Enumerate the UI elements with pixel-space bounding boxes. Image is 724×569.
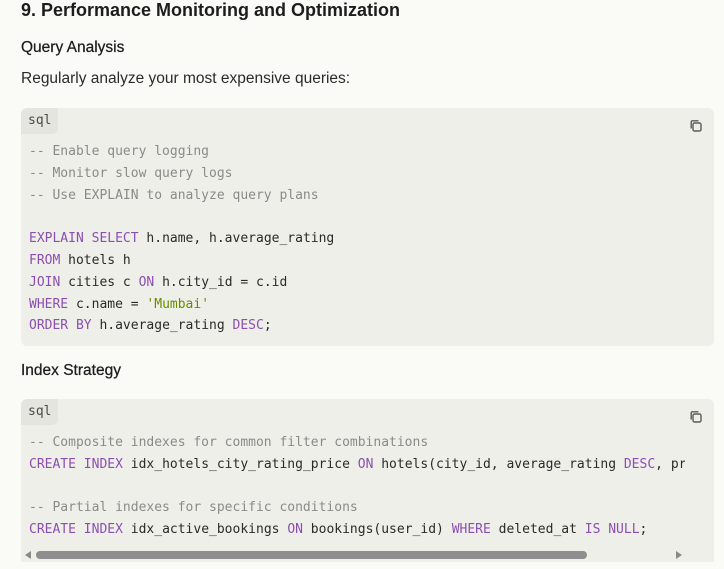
scrollbar-thumb[interactable]: [36, 551, 587, 559]
code-line: JOIN cities c ON h.city_id = c.id: [29, 272, 714, 294]
code-text: idx_active_bookings: [122, 522, 288, 538]
code-line: FROM hotels h: [29, 250, 714, 272]
code-keyword: SELECT: [91, 231, 139, 247]
code-keyword: WHERE: [29, 296, 69, 312]
code-comment: -- Enable query logging: [29, 144, 210, 159]
horizontal-scrollbar[interactable]: [21, 548, 714, 562]
index-strategy-heading: Index Strategy: [21, 362, 121, 379]
copy-code-button[interactable]: [688, 409, 704, 425]
code-text: , price_per_night);: [655, 456, 685, 472]
code-comment: -- Partial indexes for specific conditio…: [29, 500, 358, 516]
code-keyword: CREATE: [29, 522, 76, 538]
code-text: c.name =: [68, 296, 147, 312]
code-string: 'Mumbai': [146, 296, 210, 312]
code-comment: -- Use EXPLAIN to analyze query plans: [29, 187, 319, 203]
code-line: ORDER BY h.average_rating DESC;: [29, 315, 714, 337]
section-title: 9. Performance Monitoring and Optimizati…: [21, 0, 401, 20]
scroll-left-arrow-icon[interactable]: [25, 551, 31, 559]
code-comment: -- Monitor slow query logs: [29, 165, 233, 181]
scroll-right-arrow-icon[interactable]: [676, 551, 682, 559]
copy-code-button[interactable]: [688, 118, 704, 134]
code-comment: -- Composite indexes for common filter c…: [29, 435, 429, 450]
code-text: hotels(city_id, average_rating: [373, 456, 624, 472]
code-text: bookings(user_id): [302, 522, 452, 538]
code-language-label: sql: [21, 399, 59, 425]
code-block-query-analysis: sql -- Enable query logging -- Monitor sl…: [21, 108, 714, 346]
code-keyword: INDEX: [83, 522, 123, 538]
code-line: EXPLAIN SELECT h.name, h.average_rating: [29, 228, 714, 250]
code-keyword: EXPLAIN: [29, 231, 84, 247]
code-keyword: FROM: [29, 252, 61, 268]
code-language-label: sql: [21, 108, 59, 134]
code-line: CREATE INDEX idx_active_bookings ON book…: [29, 519, 685, 541]
code-text: hotels h: [60, 252, 131, 268]
code-keyword: INDEX: [83, 456, 123, 472]
code-keyword: JOIN: [29, 274, 61, 290]
code-text: ;: [263, 318, 272, 334]
query-analysis-heading: Query Analysis: [21, 39, 125, 56]
code-content: -- Enable query logging -- Monitor slow q…: [29, 141, 714, 337]
code-text: ;: [639, 522, 648, 538]
query-analysis-intro: Regularly analyze your most expensive qu…: [21, 70, 351, 87]
code-text: deleted_at: [490, 522, 585, 538]
code-keyword: DESC: [232, 318, 264, 334]
code-line: -- Enable query logging: [29, 141, 714, 163]
code-keyword: WHERE: [451, 522, 491, 538]
code-keyword: ON: [287, 522, 303, 538]
code-block-index-strategy: sql -- Composite indexes for common filt…: [21, 399, 714, 548]
code-line: WHERE c.name = 'Mumbai': [29, 294, 714, 316]
code-line: -- Partial indexes for specific conditio…: [29, 497, 685, 519]
code-keyword: ON: [138, 274, 155, 290]
copy-icon: [690, 120, 702, 132]
code-text: idx_hotels_city_rating_price: [122, 456, 358, 472]
code-keyword: NULL: [608, 522, 640, 538]
code-content: -- Composite indexes for common filter c…: [29, 432, 685, 541]
code-line: CREATE INDEX idx_hotels_city_rating_pric…: [29, 454, 685, 476]
code-keyword: ON: [357, 456, 374, 472]
code-line: -- Use EXPLAIN to analyze query plans: [29, 185, 714, 207]
code-keyword: ORDER BY: [29, 318, 92, 334]
code-keyword: DESC: [623, 456, 656, 472]
code-line: -- Composite indexes for common filter c…: [29, 432, 685, 454]
code-keyword: IS: [584, 522, 601, 538]
code-text: h.average_rating: [91, 318, 233, 334]
code-line: -- Monitor slow query logs: [29, 163, 714, 185]
code-text: cities c: [60, 274, 139, 290]
code-keyword: CREATE: [29, 456, 76, 472]
code-text: h.city_id = c.id: [154, 274, 288, 290]
code-text: h.name, h.average_rating: [138, 231, 335, 247]
copy-icon: [690, 411, 702, 423]
